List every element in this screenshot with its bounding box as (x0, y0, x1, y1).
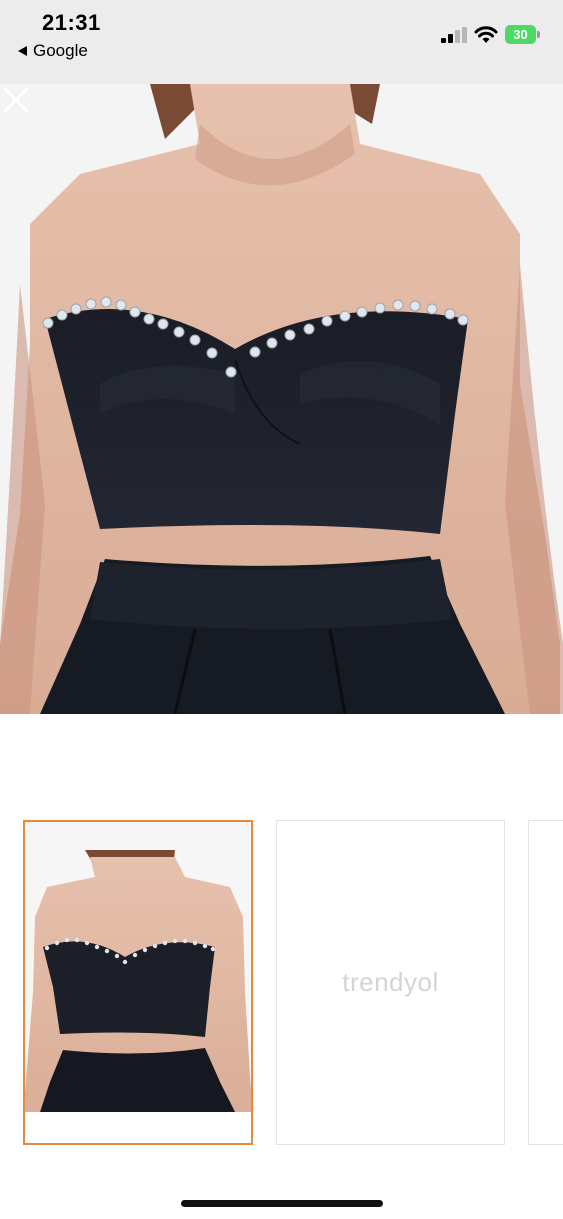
thumbnail-2[interactable]: trendyol (276, 820, 505, 1145)
product-main-image[interactable] (0, 84, 563, 714)
signal-icon (441, 27, 467, 43)
back-app-label: Google (33, 41, 88, 60)
thumbnail-1[interactable] (23, 820, 253, 1145)
battery-icon: 30 (505, 25, 541, 44)
thumbnail-placeholder-logo: trendyol (342, 967, 439, 997)
thumbnail-photo (25, 822, 251, 1143)
thumbnail-3[interactable] (528, 820, 563, 1145)
battery-level: 30 (513, 27, 528, 42)
wifi-icon (474, 26, 498, 43)
back-arrow-icon (18, 46, 27, 56)
status-bar: 21:31 Google 30 (0, 0, 563, 84)
product-photo (0, 84, 563, 714)
back-to-app-link[interactable]: Google (18, 41, 88, 61)
home-indicator[interactable] (181, 1200, 383, 1207)
close-icon[interactable] (0, 84, 32, 116)
status-time: 21:31 (42, 10, 101, 35)
